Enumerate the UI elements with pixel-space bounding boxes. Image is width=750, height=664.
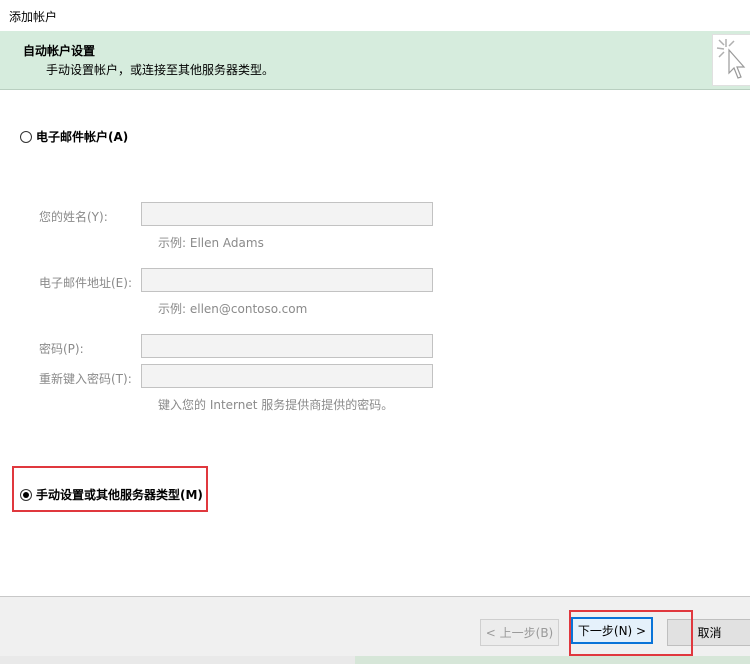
header-title: 自动帐户设置 (23, 44, 96, 58)
back-button[interactable]: < 上一步(B) (480, 619, 559, 646)
email-input[interactable] (141, 268, 433, 292)
window-title: 添加帐户 (9, 10, 58, 24)
password-label: 密码(P): (39, 342, 84, 356)
password-hint: 键入您的 Internet 服务提供商提供的密码。 (158, 398, 394, 412)
manual-setup-radio[interactable] (20, 488, 32, 501)
email-account-option[interactable]: 电子邮件帐户(A) (20, 128, 128, 145)
background-window-green (355, 656, 750, 664)
manual-setup-option[interactable]: 手动设置或其他服务器类型(M) (20, 486, 203, 503)
wizard-header: 自动帐户设置 手动设置帐户，或连接至其他服务器类型。 (0, 31, 750, 90)
name-label: 您的姓名(Y): (39, 210, 108, 224)
header-subtitle: 手动设置帐户，或连接至其他服务器类型。 (46, 63, 275, 77)
next-button[interactable]: 下一步(N) > (571, 617, 653, 644)
name-input[interactable] (141, 202, 433, 226)
cancel-button[interactable]: 取消 (667, 619, 750, 646)
cursor-sparkle-icon (712, 34, 750, 86)
email-account-label: 电子邮件帐户(A) (36, 130, 129, 144)
email-label: 电子邮件地址(E): (39, 276, 132, 290)
name-hint: 示例: Ellen Adams (158, 236, 264, 250)
manual-setup-label: 手动设置或其他服务器类型(M) (36, 488, 203, 502)
password-input[interactable] (141, 334, 433, 358)
email-account-radio[interactable] (20, 130, 32, 143)
retype-password-input[interactable] (141, 364, 433, 388)
email-hint: 示例: ellen@contoso.com (158, 302, 308, 316)
retype-password-label: 重新键入密码(T): (39, 372, 132, 386)
window-title-bar[interactable]: 添加帐户 (0, 0, 750, 32)
